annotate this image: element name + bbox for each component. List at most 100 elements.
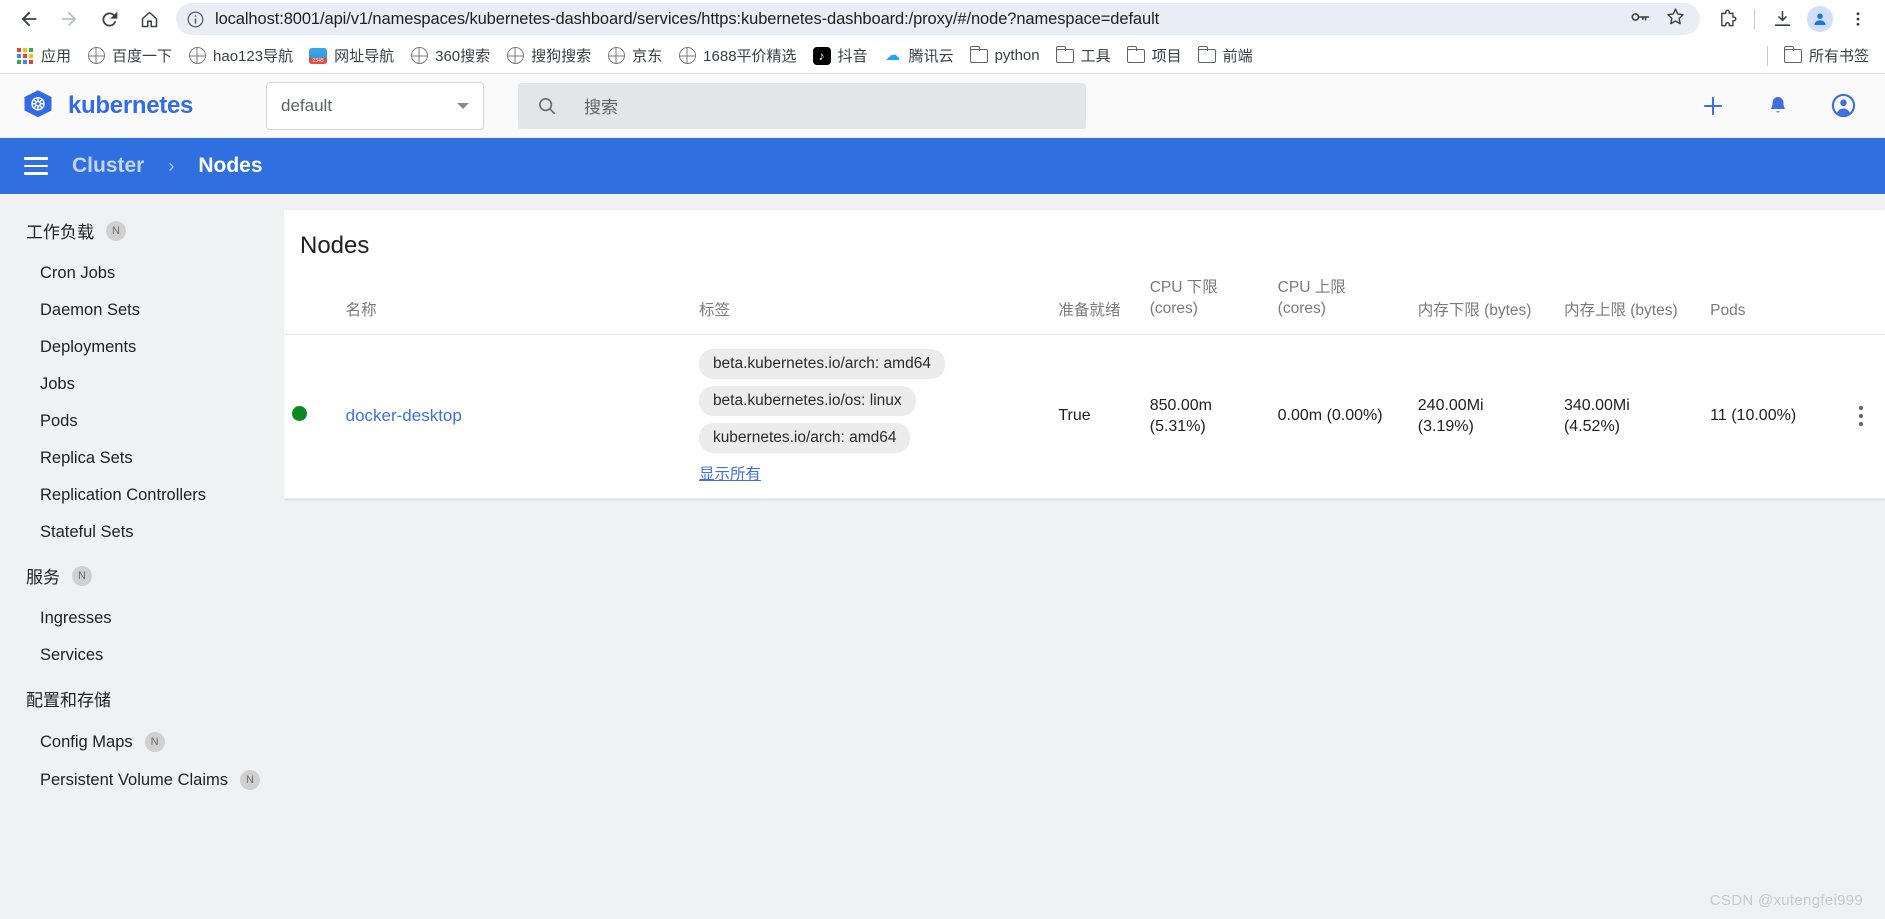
breadcrumb-separator-icon: › bbox=[168, 155, 175, 176]
bookmark-label: 抖音 bbox=[837, 48, 868, 65]
bookmark-jd[interactable]: 京东 bbox=[599, 41, 670, 70]
sidebar-item-stateful-sets[interactable]: Stateful Sets bbox=[0, 514, 284, 551]
back-arrow-icon bbox=[21, 11, 37, 27]
bookmark-folder-tools[interactable]: 工具 bbox=[1048, 41, 1119, 70]
bookmark-star-icon[interactable] bbox=[1665, 6, 1686, 32]
sidebar-item-label: Deployments bbox=[40, 338, 137, 356]
sidebar-section-label: 工作负载 bbox=[26, 223, 94, 242]
bookmark-folder-python[interactable]: python bbox=[962, 43, 1048, 69]
column-header-cpu-limit[interactable]: CPU 上限 (cores) bbox=[1269, 278, 1410, 335]
column-header-memory-limit[interactable]: 内存上限 (bytes) bbox=[1555, 278, 1703, 335]
all-bookmarks-button[interactable]: 所有书签 bbox=[1776, 41, 1877, 70]
address-bar[interactable]: localhost:8001/api/v1/namespaces/kuberne… bbox=[176, 3, 1700, 35]
sidebar-section-config-storage: 配置和存储 bbox=[0, 674, 284, 723]
content-area: Nodes 名称 标签 准备就绪 CPU 下限 (cores) CPU 上限 (… bbox=[284, 194, 1885, 919]
cpu-request-percent: (5.31%) bbox=[1149, 418, 1206, 436]
info-circle-icon bbox=[187, 11, 204, 27]
home-button[interactable] bbox=[130, 2, 168, 36]
sidebar-item-label: Jobs bbox=[40, 375, 75, 393]
home-icon bbox=[141, 11, 157, 27]
back-button[interactable] bbox=[10, 2, 48, 36]
password-key-icon[interactable] bbox=[1629, 6, 1651, 33]
bookmark-1688[interactable]: 1688平价精选 bbox=[670, 41, 804, 70]
bookmark-baidu[interactable]: 百度一下 bbox=[79, 41, 180, 70]
table-row[interactable]: docker-desktop beta.kubernetes.io/arch: … bbox=[284, 334, 1885, 499]
search-placeholder: 搜索 bbox=[584, 98, 618, 117]
bookmark-label: 搜狗搜索 bbox=[531, 48, 592, 65]
site-info-icon[interactable] bbox=[186, 10, 205, 29]
all-bookmarks-label: 所有书签 bbox=[1808, 48, 1869, 65]
notifications-button[interactable] bbox=[1766, 94, 1790, 118]
hamburger-menu-icon[interactable] bbox=[24, 157, 48, 175]
bookmark-label: 腾讯云 bbox=[908, 48, 954, 65]
kebab-menu-icon[interactable] bbox=[1844, 406, 1877, 427]
memory-limit-percent: (4.52%) bbox=[1563, 418, 1620, 436]
bookmark-label: 1688平价精选 bbox=[703, 48, 797, 65]
node-name-link[interactable]: docker-desktop bbox=[346, 406, 462, 425]
plus-icon bbox=[1703, 96, 1723, 115]
namespace-select[interactable]: default bbox=[266, 81, 484, 130]
reload-button[interactable] bbox=[90, 2, 128, 36]
header-actions bbox=[1700, 92, 1857, 119]
bookmark-360search[interactable]: 360搜索 bbox=[402, 41, 498, 70]
sidebar-section-label: 配置和存储 bbox=[26, 691, 111, 710]
folder-icon bbox=[1055, 45, 1074, 65]
bookmark-sogou[interactable]: 搜狗搜索 bbox=[498, 41, 599, 70]
globe-icon bbox=[188, 47, 206, 65]
sidebar-item-ingresses[interactable]: Ingresses bbox=[0, 600, 284, 637]
bookmark-label: 京东 bbox=[632, 48, 663, 65]
column-header-ready[interactable]: 准备就绪 bbox=[1050, 278, 1142, 335]
profile-button[interactable] bbox=[1803, 3, 1837, 35]
sidebar-item-daemon-sets[interactable]: Daemon Sets bbox=[0, 292, 284, 329]
cell-memory-request: 240.00Mi (3.19%) bbox=[1409, 334, 1556, 499]
bookmark-apps[interactable]: 应用 bbox=[8, 41, 79, 70]
brand-logo[interactable]: kubernetes bbox=[20, 88, 266, 124]
sidebar-item-replica-sets[interactable]: Replica Sets bbox=[0, 440, 284, 477]
labels-show-all-link[interactable]: 显示所有 bbox=[699, 462, 761, 484]
sidebar-item-replication-controllers[interactable]: Replication Controllers bbox=[0, 477, 284, 514]
sidebar-item-pods[interactable]: Pods bbox=[0, 403, 284, 440]
bookmark-hao123[interactable]: hao123导航 bbox=[180, 41, 301, 70]
bookmark-label: 项目 bbox=[1151, 48, 1182, 65]
extensions-puzzle-icon bbox=[1720, 9, 1736, 26]
cell-name: docker-desktop bbox=[337, 334, 691, 499]
bookmark-label: 网址导航 bbox=[334, 48, 395, 65]
globe-icon bbox=[607, 47, 625, 65]
column-header-cpu-limit-line2: (cores) bbox=[1277, 299, 1326, 317]
browser-menu-button[interactable] bbox=[1841, 3, 1875, 35]
column-header-labels[interactable]: 标签 bbox=[690, 278, 1051, 335]
bookmark-tencent-cloud[interactable]: ☁ 腾讯云 bbox=[876, 41, 962, 70]
bookmark-label: python bbox=[994, 47, 1040, 64]
bookmark-folder-frontend[interactable]: 前端 bbox=[1190, 41, 1261, 70]
memory-request-percent: (3.19%) bbox=[1417, 418, 1474, 436]
kubernetes-helm-logo-icon bbox=[24, 89, 52, 117]
bookmark-douyin[interactable]: ♪ 抖音 bbox=[805, 41, 876, 70]
sidebar-item-jobs[interactable]: Jobs bbox=[0, 366, 284, 403]
folder-icon bbox=[1783, 45, 1802, 65]
downloads-button[interactable] bbox=[1765, 3, 1799, 35]
column-header-name[interactable]: 名称 bbox=[337, 278, 691, 335]
column-header-pods[interactable]: Pods bbox=[1702, 278, 1837, 335]
forward-button[interactable] bbox=[50, 2, 88, 36]
sidebar-item-cron-jobs[interactable]: Cron Jobs bbox=[0, 255, 284, 292]
column-header-memory-request[interactable]: 内存下限 (bytes) bbox=[1409, 278, 1556, 335]
breadcrumb-parent[interactable]: Cluster bbox=[72, 154, 144, 178]
browser-menu-icon bbox=[1856, 12, 1860, 26]
column-header-cpu-request[interactable]: CPU 下限 (cores) bbox=[1141, 278, 1270, 335]
create-button[interactable] bbox=[1700, 93, 1726, 119]
globe-icon bbox=[410, 47, 428, 65]
sidebar-section-workloads: 工作负载 N bbox=[0, 206, 284, 255]
page-title: Nodes bbox=[300, 232, 370, 259]
sidebar-item-persistent-volume-claims[interactable]: Persistent Volume Claims N bbox=[0, 761, 284, 799]
account-button[interactable] bbox=[1830, 92, 1857, 119]
sidebar-item-config-maps[interactable]: Config Maps N bbox=[0, 723, 284, 761]
extensions-button[interactable] bbox=[1710, 3, 1744, 35]
nodes-card: Nodes 名称 标签 准备就绪 CPU 下限 (cores) CPU 上限 (… bbox=[284, 210, 1885, 499]
sidebar-item-deployments[interactable]: Deployments bbox=[0, 329, 284, 366]
bookmark-wangzhidaohang[interactable]: 网址导航 bbox=[301, 41, 402, 70]
bookmark-folder-projects[interactable]: 项目 bbox=[1119, 41, 1190, 70]
sidebar-item-services[interactable]: Services bbox=[0, 637, 284, 674]
column-header-status[interactable] bbox=[284, 278, 338, 335]
url-text[interactable]: localhost:8001/api/v1/namespaces/kuberne… bbox=[215, 10, 1619, 29]
search-input[interactable]: 搜索 bbox=[518, 82, 1086, 129]
